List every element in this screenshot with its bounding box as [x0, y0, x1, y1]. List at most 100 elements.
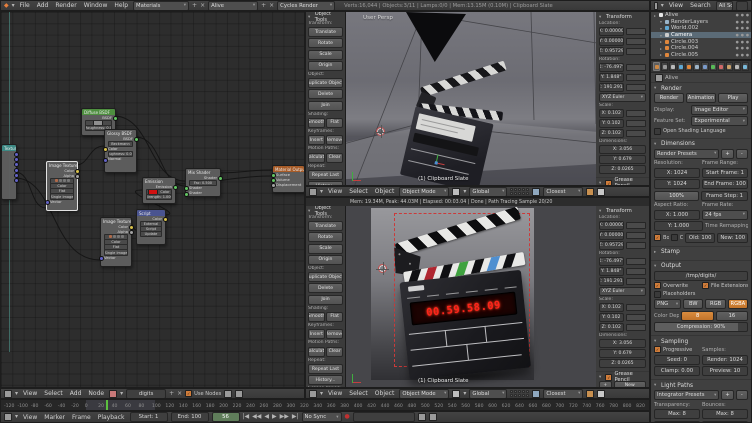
eye-icon[interactable]: ● — [736, 53, 739, 57]
checkbox-placeholders[interactable]: Placeholders — [654, 291, 700, 298]
dropdown-image-editor[interactable]: Image Editor▾ — [691, 105, 748, 115]
button-join[interactable]: Join — [308, 295, 343, 305]
menu-node[interactable]: Node — [86, 390, 106, 397]
node-editor[interactable]: Texture CoordinateDiffuse BSDFBSDFRoughn… — [0, 11, 305, 388]
orientation-selector[interactable]: Global▾ — [469, 389, 507, 399]
lock-icon[interactable] — [626, 242, 647, 249]
button-translate[interactable]: Translate — [308, 221, 343, 231]
material-name-field[interactable]: digits — [126, 389, 166, 399]
editor-menu-icon[interactable]: ▾ — [15, 414, 18, 420]
add-layout-icon[interactable]: + — [192, 3, 197, 9]
scene-selector[interactable]: Alive▾ — [208, 1, 258, 11]
tab-object[interactable] — [685, 62, 692, 71]
button-flat[interactable]: Flat — [326, 118, 343, 128]
menu-file[interactable]: File — [18, 2, 32, 9]
render-still-icon[interactable] — [586, 390, 594, 398]
panel-header-grease-pencil[interactable]: ▾✓Grease Pencil — [599, 373, 646, 381]
eye-icon[interactable]: ● — [736, 26, 739, 30]
jump-start-icon[interactable]: |◀ — [243, 414, 250, 420]
editor-type-icon[interactable]: ▾ — [12, 3, 15, 9]
lock-icon[interactable] — [626, 130, 647, 137]
editor-menu-icon[interactable]: ▾ — [320, 189, 323, 195]
menu-add[interactable]: Add — [35, 2, 51, 9]
menu-search[interactable]: Search — [688, 2, 713, 9]
editor-menu-icon[interactable]: ▾ — [661, 3, 664, 9]
socket-displacement[interactable] — [271, 183, 276, 188]
new-material-icon[interactable]: + — [169, 391, 174, 397]
render-icon[interactable]: ● — [746, 46, 749, 50]
button-clear[interactable]: Clear — [326, 153, 343, 163]
select-icon[interactable]: ● — [741, 13, 744, 17]
button-item[interactable]: + — [721, 390, 733, 400]
eye-icon[interactable]: ● — [736, 20, 739, 24]
menu-view[interactable]: View — [326, 390, 344, 397]
button-item[interactable]: + — [721, 149, 733, 159]
button-calculate[interactable]: Calculate — [308, 347, 325, 357]
outliner-item-renderlayers[interactable]: ▾RenderLayers●●● — [651, 19, 751, 26]
dropdown-png[interactable]: PNG▾ — [654, 299, 681, 309]
field-z-0-0265[interactable]: Z: 0.0265 — [599, 359, 646, 368]
menu-select[interactable]: Select — [42, 390, 65, 397]
visibility-toggles[interactable]: ●●● — [736, 20, 749, 24]
outliner-item-circle-005[interactable]: ▸Circle.005●●● — [651, 52, 751, 59]
button-origin[interactable]: Origin — [308, 61, 343, 71]
button-rgb[interactable]: RGB — [705, 299, 725, 309]
field-x-1-000[interactable]: X: 1.000 — [654, 210, 700, 220]
select-icon[interactable]: ● — [741, 53, 744, 57]
visibility-toggles[interactable]: ●●● — [736, 13, 749, 17]
lock-icon[interactable] — [626, 28, 647, 35]
panel-header-grease-pencil[interactable]: ▾✓Grease Pencil — [599, 179, 646, 186]
lock-icon[interactable] — [626, 278, 647, 285]
button-origin[interactable]: Origin — [308, 255, 343, 265]
lock-icon[interactable] — [626, 258, 647, 265]
checkbox-overwrite[interactable]: ✓Overwrite — [654, 282, 700, 289]
button-repeat-last[interactable]: Repeat Last — [308, 170, 343, 180]
render-engine-selector[interactable]: Cycles Render▾ — [277, 1, 335, 11]
next-keyframe-icon[interactable]: ▶▶ — [280, 414, 289, 420]
field-x-0-00000[interactable]: X: 0.00000 — [599, 221, 624, 230]
button-100[interactable]: 100% — [654, 191, 699, 201]
button-play[interactable]: Play — [718, 93, 748, 103]
select-icon[interactable]: ● — [741, 33, 744, 37]
lock-icon[interactable] — [626, 64, 647, 71]
panel-header-render[interactable]: ▾Render — [654, 84, 748, 93]
button-flat[interactable]: Flat — [326, 312, 343, 322]
timeline-ruler[interactable]: -120-100-80-60-40-2002040608010012014016… — [0, 399, 650, 411]
render-icon[interactable]: ● — [746, 26, 749, 30]
select-icon[interactable]: ● — [741, 26, 744, 30]
button-rotate[interactable]: Rotate — [308, 232, 343, 242]
menu-add[interactable]: Add — [68, 390, 84, 397]
visibility-toggles[interactable]: ●●● — [736, 33, 749, 37]
visibility-toggles[interactable]: ●●● — [736, 46, 749, 50]
lock-icon[interactable] — [626, 74, 647, 81]
editor-menu-icon[interactable]: ▾ — [15, 391, 18, 397]
menu-help[interactable]: Help — [112, 2, 130, 9]
expand-icon[interactable]: ▾ — [659, 26, 663, 31]
checkbox-progressive[interactable]: ✓Progressive — [654, 346, 700, 353]
visibility-toggles[interactable]: ●●● — [736, 40, 749, 44]
outliner-item-camera[interactable]: ▾Camera●●● — [651, 32, 751, 39]
tab-material[interactable] — [718, 62, 725, 71]
lock-icon[interactable] — [626, 84, 647, 91]
render-still-icon[interactable] — [586, 188, 594, 196]
button-join[interactable]: Join — [308, 101, 343, 111]
button-8[interactable]: 8 — [681, 311, 713, 321]
add-scene-icon[interactable]: + — [261, 3, 266, 9]
field-max-8[interactable]: Max: 8 — [702, 409, 748, 419]
socket-dot[interactable] — [14, 178, 19, 183]
current-frame-playhead[interactable] — [106, 400, 108, 411]
button-scale[interactable]: Scale — [308, 244, 343, 254]
button-rgba[interactable]: RGBA — [728, 299, 748, 309]
checkbox-border[interactable]: ✓Border — [654, 234, 669, 241]
button-16[interactable]: 16 — [716, 311, 748, 321]
button-insert[interactable]: Insert — [308, 329, 325, 339]
play-icon[interactable]: ▶ — [272, 414, 277, 420]
button-delete[interactable]: Delete — [308, 283, 343, 293]
field-seed-0[interactable]: Seed: 0 — [654, 355, 700, 365]
close-layout-icon[interactable]: × — [200, 3, 205, 9]
panel-header-transform[interactable]: ▾Transform — [599, 207, 646, 215]
field-preview-10[interactable]: Preview: 10 — [702, 366, 748, 376]
snap-target-selector[interactable]: Closest▾ — [543, 389, 583, 399]
material-icon[interactable] — [109, 390, 117, 398]
menu-playback[interactable]: Playback — [96, 414, 127, 421]
